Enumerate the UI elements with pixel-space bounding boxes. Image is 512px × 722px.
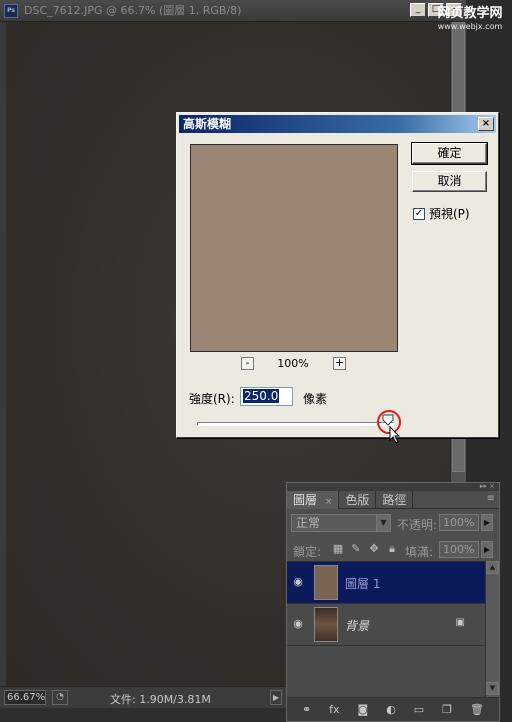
radius-label: 強度(R): <box>189 392 235 406</box>
preview-zoom-level: 100% <box>277 357 309 370</box>
preview-checkbox-label: 預視(P) <box>429 207 470 221</box>
tab-layers[interactable]: 圖層 × <box>287 491 340 509</box>
watermark-title: 网页教学网 <box>437 6 503 21</box>
watermark: 网页教学网 www.webjx.com <box>428 6 512 36</box>
zoom-out-button[interactable]: - <box>241 357 254 370</box>
layer-name: 背景 <box>345 619 370 633</box>
lock-transparency-icon[interactable]: ▦ <box>331 541 345 556</box>
fill-label: 填滿: <box>405 545 434 559</box>
lock-move-icon[interactable]: ✥ <box>367 541 381 556</box>
panel-menu-icon[interactable]: ≡ <box>487 493 495 504</box>
blend-mode-select[interactable]: 正常 ▼ <box>291 514 391 532</box>
visibility-eye-icon[interactable]: ◉ <box>291 618 305 630</box>
panel-grip[interactable]: ▸▸ × <box>287 482 499 491</box>
collapse-icon[interactable]: ▸▸ × <box>480 482 495 490</box>
tab-layers-label: 圖層 <box>293 493 318 507</box>
checkbox-checked-icon[interactable]: ✓ <box>413 207 425 220</box>
radius-input[interactable]: 250.0 <box>240 387 293 406</box>
preview-checkbox[interactable]: ✓ 預視(P) <box>413 205 470 222</box>
layer-row[interactable]: ◉ 圖層 1 <box>287 562 485 604</box>
layer-list: ◉ 圖層 1 ◉ 背景 ▣ <box>287 561 485 697</box>
document-title: DSC_7612.JPG @ 66.7% (圖層 1, RGB/8) <box>24 4 242 17</box>
layers-scrollbar[interactable]: ▲ ▼ <box>485 561 499 697</box>
document-titlebar[interactable]: Ps DSC_7612.JPG @ 66.7% (圖層 1, RGB/8) _ … <box>0 0 466 22</box>
radius-slider-track[interactable] <box>197 422 394 426</box>
link-layers-icon[interactable]: ⚭ <box>302 703 311 716</box>
file-info: 文件: 1.90M/3.81M <box>110 693 211 706</box>
lock-options: ▦ ✎ ✥ 🔒︎ <box>331 541 399 556</box>
tab-close-icon[interactable]: × <box>325 497 333 507</box>
layer-style-icon[interactable]: fx <box>329 703 339 716</box>
radius-unit: 像素 <box>303 392 328 406</box>
fill-arrow-icon[interactable]: ▶ <box>481 541 493 558</box>
chevron-down-icon[interactable]: ▼ <box>376 515 390 531</box>
zoom-in-button[interactable]: + <box>333 357 346 370</box>
watermark-url: www.webjx.com <box>437 22 503 31</box>
dialog-titlebar[interactable]: 高斯模糊 × <box>179 115 496 133</box>
zoom-field[interactable]: 66.67% <box>4 690 46 705</box>
panel-tabs: 圖層 × 色版 路徑 <box>287 491 499 509</box>
status-menu-arrow-icon[interactable]: ▶ <box>270 690 282 705</box>
radius-value: 250.0 <box>243 389 280 403</box>
scroll-up-icon[interactable]: ▲ <box>486 561 499 574</box>
lock-all-icon[interactable]: 🔒︎ <box>385 541 399 556</box>
trash-icon[interactable]: 🗑︎ <box>470 703 484 716</box>
lock-icon: ▣ <box>455 617 465 628</box>
blend-mode-value: 正常 <box>296 516 321 530</box>
layers-footer: ⚭ fx ◙ ◐ ▭ ❐ 🗑︎ <box>287 697 499 721</box>
layers-panel: ▸▸ × 圖層 × 色版 路徑 ≡ 正常 ▼ 不透明: 100% ▶ 鎖定: ▦… <box>286 482 500 722</box>
tab-channels[interactable]: 色版 <box>339 491 377 509</box>
opacity-label: 不透明: <box>397 518 438 532</box>
cancel-button[interactable]: 取消 <box>412 171 487 192</box>
layer-thumbnail <box>314 607 338 642</box>
adjustment-layer-icon[interactable]: ◐ <box>386 703 396 716</box>
blur-preview[interactable] <box>190 144 398 352</box>
close-icon[interactable]: × <box>478 117 494 131</box>
photoshop-icon: Ps <box>4 4 18 18</box>
layer-row[interactable]: ◉ 背景 ▣ <box>287 604 485 646</box>
layer-thumbnail <box>314 565 338 600</box>
layer-mask-icon[interactable]: ◙ <box>358 703 369 716</box>
opacity-field[interactable]: 100% <box>439 514 479 531</box>
mouse-cursor-icon <box>389 426 401 444</box>
gaussian-blur-dialog: 高斯模糊 × - 100% + 確定 取消 ✓ 預視(P) 強度(R): 250… <box>176 112 499 444</box>
new-layer-icon[interactable]: ❐ <box>442 703 452 716</box>
visibility-eye-icon[interactable]: ◉ <box>291 576 305 588</box>
minimize-icon[interactable]: _ <box>410 3 426 17</box>
scroll-down-icon[interactable]: ▼ <box>486 682 499 695</box>
layer-name: 圖層 1 <box>345 577 381 591</box>
tab-paths[interactable]: 路徑 <box>376 491 414 509</box>
ok-button[interactable]: 確定 <box>411 142 488 165</box>
lock-paint-icon[interactable]: ✎ <box>349 541 363 556</box>
dialog-title: 高斯模糊 <box>183 117 232 131</box>
group-folder-icon[interactable]: ▭ <box>414 703 424 716</box>
opacity-arrow-icon[interactable]: ▶ <box>481 514 493 531</box>
zoom-preview-icon[interactable]: ◔ <box>52 690 68 705</box>
fill-field[interactable]: 100% <box>439 541 479 558</box>
lock-label: 鎖定: <box>293 545 322 559</box>
